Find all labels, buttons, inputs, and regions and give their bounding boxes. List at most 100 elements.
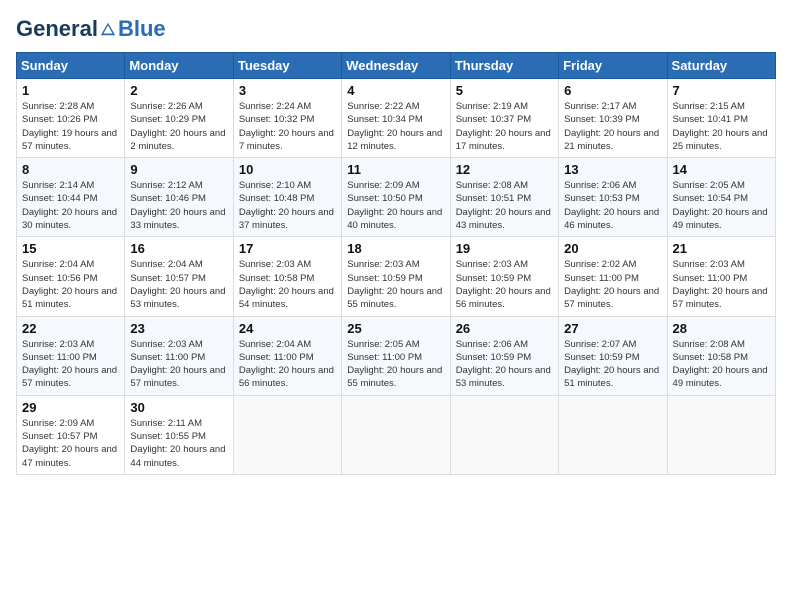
calendar-cell: 1 Sunrise: 2:28 AMSunset: 10:26 PMDayligh…	[17, 79, 125, 158]
logo-blue: Blue	[118, 16, 166, 42]
day-info: Sunrise: 2:03 AMSunset: 11:00 PMDaylight…	[673, 258, 770, 311]
calendar-cell: 13 Sunrise: 2:06 AMSunset: 10:53 PMDaylig…	[559, 158, 667, 237]
calendar-cell	[233, 395, 341, 474]
day-number: 30	[130, 400, 227, 415]
day-number: 4	[347, 83, 444, 98]
day-number: 15	[22, 241, 119, 256]
day-info: Sunrise: 2:19 AMSunset: 10:37 PMDaylight…	[456, 100, 553, 153]
day-info: Sunrise: 2:14 AMSunset: 10:44 PMDaylight…	[22, 179, 119, 232]
calendar-cell: 8 Sunrise: 2:14 AMSunset: 10:44 PMDayligh…	[17, 158, 125, 237]
weekday-header-saturday: Saturday	[667, 53, 775, 79]
day-number: 17	[239, 241, 336, 256]
day-number: 12	[456, 162, 553, 177]
calendar-cell: 15 Sunrise: 2:04 AMSunset: 10:56 PMDaylig…	[17, 237, 125, 316]
day-number: 9	[130, 162, 227, 177]
day-number: 24	[239, 321, 336, 336]
calendar-table: SundayMondayTuesdayWednesdayThursdayFrid…	[16, 52, 776, 475]
day-info: Sunrise: 2:07 AMSunset: 10:59 PMDaylight…	[564, 338, 661, 391]
day-number: 28	[673, 321, 770, 336]
day-number: 13	[564, 162, 661, 177]
day-info: Sunrise: 2:03 AMSunset: 10:59 PMDaylight…	[456, 258, 553, 311]
day-info: Sunrise: 2:04 AMSunset: 11:00 PMDaylight…	[239, 338, 336, 391]
day-info: Sunrise: 2:05 AMSunset: 10:54 PMDaylight…	[673, 179, 770, 232]
day-info: Sunrise: 2:15 AMSunset: 10:41 PMDaylight…	[673, 100, 770, 153]
calendar-cell: 9 Sunrise: 2:12 AMSunset: 10:46 PMDayligh…	[125, 158, 233, 237]
day-info: Sunrise: 2:08 AMSunset: 10:58 PMDaylight…	[673, 338, 770, 391]
calendar-cell: 11 Sunrise: 2:09 AMSunset: 10:50 PMDaylig…	[342, 158, 450, 237]
calendar-cell: 17 Sunrise: 2:03 AMSunset: 10:58 PMDaylig…	[233, 237, 341, 316]
day-number: 29	[22, 400, 119, 415]
day-info: Sunrise: 2:26 AMSunset: 10:29 PMDaylight…	[130, 100, 227, 153]
day-info: Sunrise: 2:05 AMSunset: 11:00 PMDaylight…	[347, 338, 444, 391]
calendar-cell: 27 Sunrise: 2:07 AMSunset: 10:59 PMDaylig…	[559, 316, 667, 395]
day-number: 27	[564, 321, 661, 336]
weekday-header-tuesday: Tuesday	[233, 53, 341, 79]
calendar-cell: 5 Sunrise: 2:19 AMSunset: 10:37 PMDayligh…	[450, 79, 558, 158]
day-number: 18	[347, 241, 444, 256]
day-info: Sunrise: 2:11 AMSunset: 10:55 PMDaylight…	[130, 417, 227, 470]
day-info: Sunrise: 2:04 AMSunset: 10:57 PMDaylight…	[130, 258, 227, 311]
day-number: 21	[673, 241, 770, 256]
day-info: Sunrise: 2:03 AMSunset: 10:59 PMDaylight…	[347, 258, 444, 311]
logo-icon	[99, 20, 117, 38]
day-info: Sunrise: 2:04 AMSunset: 10:56 PMDaylight…	[22, 258, 119, 311]
day-number: 7	[673, 83, 770, 98]
day-number: 8	[22, 162, 119, 177]
weekday-header-wednesday: Wednesday	[342, 53, 450, 79]
logo: General Blue	[16, 16, 166, 42]
day-number: 16	[130, 241, 227, 256]
calendar-cell	[667, 395, 775, 474]
day-info: Sunrise: 2:09 AMSunset: 10:57 PMDaylight…	[22, 417, 119, 470]
day-info: Sunrise: 2:22 AMSunset: 10:34 PMDaylight…	[347, 100, 444, 153]
calendar-cell: 10 Sunrise: 2:10 AMSunset: 10:48 PMDaylig…	[233, 158, 341, 237]
calendar-cell: 14 Sunrise: 2:05 AMSunset: 10:54 PMDaylig…	[667, 158, 775, 237]
calendar-cell: 16 Sunrise: 2:04 AMSunset: 10:57 PMDaylig…	[125, 237, 233, 316]
calendar-cell	[450, 395, 558, 474]
day-number: 23	[130, 321, 227, 336]
calendar-cell: 25 Sunrise: 2:05 AMSunset: 11:00 PMDaylig…	[342, 316, 450, 395]
calendar-cell: 26 Sunrise: 2:06 AMSunset: 10:59 PMDaylig…	[450, 316, 558, 395]
weekday-header-thursday: Thursday	[450, 53, 558, 79]
calendar-cell: 3 Sunrise: 2:24 AMSunset: 10:32 PMDayligh…	[233, 79, 341, 158]
calendar-cell: 21 Sunrise: 2:03 AMSunset: 11:00 PMDaylig…	[667, 237, 775, 316]
weekday-header-friday: Friday	[559, 53, 667, 79]
weekday-header-sunday: Sunday	[17, 53, 125, 79]
calendar-cell: 29 Sunrise: 2:09 AMSunset: 10:57 PMDaylig…	[17, 395, 125, 474]
day-info: Sunrise: 2:08 AMSunset: 10:51 PMDaylight…	[456, 179, 553, 232]
day-info: Sunrise: 2:03 AMSunset: 11:00 PMDaylight…	[130, 338, 227, 391]
day-number: 26	[456, 321, 553, 336]
day-info: Sunrise: 2:06 AMSunset: 10:59 PMDaylight…	[456, 338, 553, 391]
day-info: Sunrise: 2:24 AMSunset: 10:32 PMDaylight…	[239, 100, 336, 153]
day-info: Sunrise: 2:06 AMSunset: 10:53 PMDaylight…	[564, 179, 661, 232]
day-info: Sunrise: 2:17 AMSunset: 10:39 PMDaylight…	[564, 100, 661, 153]
day-number: 19	[456, 241, 553, 256]
calendar-cell: 22 Sunrise: 2:03 AMSunset: 11:00 PMDaylig…	[17, 316, 125, 395]
day-info: Sunrise: 2:03 AMSunset: 10:58 PMDaylight…	[239, 258, 336, 311]
day-number: 11	[347, 162, 444, 177]
day-number: 5	[456, 83, 553, 98]
day-number: 14	[673, 162, 770, 177]
day-info: Sunrise: 2:10 AMSunset: 10:48 PMDaylight…	[239, 179, 336, 232]
calendar-cell: 23 Sunrise: 2:03 AMSunset: 11:00 PMDaylig…	[125, 316, 233, 395]
day-info: Sunrise: 2:03 AMSunset: 11:00 PMDaylight…	[22, 338, 119, 391]
day-info: Sunrise: 2:09 AMSunset: 10:50 PMDaylight…	[347, 179, 444, 232]
day-info: Sunrise: 2:28 AMSunset: 10:26 PMDaylight…	[22, 100, 119, 153]
calendar-cell: 19 Sunrise: 2:03 AMSunset: 10:59 PMDaylig…	[450, 237, 558, 316]
day-number: 22	[22, 321, 119, 336]
day-info: Sunrise: 2:12 AMSunset: 10:46 PMDaylight…	[130, 179, 227, 232]
day-number: 3	[239, 83, 336, 98]
day-info: Sunrise: 2:02 AMSunset: 11:00 PMDaylight…	[564, 258, 661, 311]
day-number: 20	[564, 241, 661, 256]
day-number: 1	[22, 83, 119, 98]
day-number: 25	[347, 321, 444, 336]
calendar-cell	[559, 395, 667, 474]
calendar-cell: 4 Sunrise: 2:22 AMSunset: 10:34 PMDayligh…	[342, 79, 450, 158]
day-number: 10	[239, 162, 336, 177]
calendar-cell	[342, 395, 450, 474]
calendar-cell: 6Sunrise: 2:17 AMSunset: 10:39 PMDayligh…	[559, 79, 667, 158]
logo-general: General	[16, 16, 98, 42]
calendar-cell: 12 Sunrise: 2:08 AMSunset: 10:51 PMDaylig…	[450, 158, 558, 237]
calendar-cell: 2Sunrise: 2:26 AMSunset: 10:29 PMDayligh…	[125, 79, 233, 158]
calendar-cell: 20 Sunrise: 2:02 AMSunset: 11:00 PMDaylig…	[559, 237, 667, 316]
calendar-cell: 24 Sunrise: 2:04 AMSunset: 11:00 PMDaylig…	[233, 316, 341, 395]
